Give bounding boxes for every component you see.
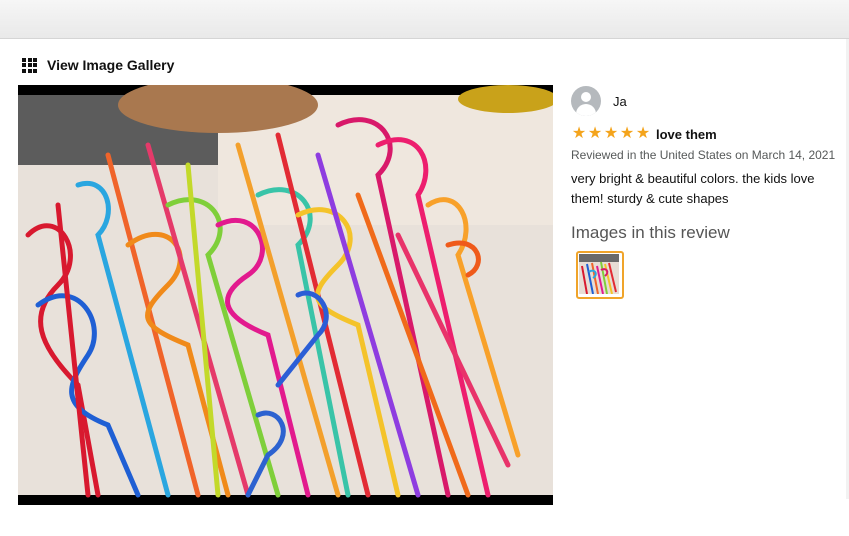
review-photo-image: [18, 85, 553, 505]
view-image-gallery-label: View Image Gallery: [47, 57, 175, 73]
top-bar: [0, 0, 849, 39]
review-title: love them: [656, 126, 717, 142]
star-icon: ★: [603, 125, 619, 142]
images-heading: Images in this review: [571, 223, 730, 242]
star-icon: ★: [587, 125, 603, 142]
rating-row: ★ ★ ★ ★ ★ love them: [571, 125, 846, 143]
star-icon: ★: [619, 125, 635, 142]
review-photo[interactable]: [18, 85, 553, 505]
author-name: Ja: [613, 93, 627, 109]
review-date: Reviewed in the United States on March 1…: [571, 148, 836, 162]
review-body: very bright & beautiful colors. the kids…: [571, 171, 815, 206]
review-image-thumbnail[interactable]: [576, 251, 624, 299]
review-author[interactable]: Ja: [571, 85, 846, 117]
thumbnail-image: [579, 254, 619, 294]
person-icon: [571, 86, 601, 116]
review-card: Ja ★ ★ ★ ★ ★ love them Reviewed in the U…: [571, 85, 846, 299]
grid-icon: [22, 57, 37, 73]
star-icon: ★: [635, 125, 651, 142]
star-icon: ★: [571, 125, 587, 142]
star-rating[interactable]: ★ ★ ★ ★ ★: [571, 126, 651, 142]
view-image-gallery-link[interactable]: View Image Gallery: [22, 55, 174, 75]
